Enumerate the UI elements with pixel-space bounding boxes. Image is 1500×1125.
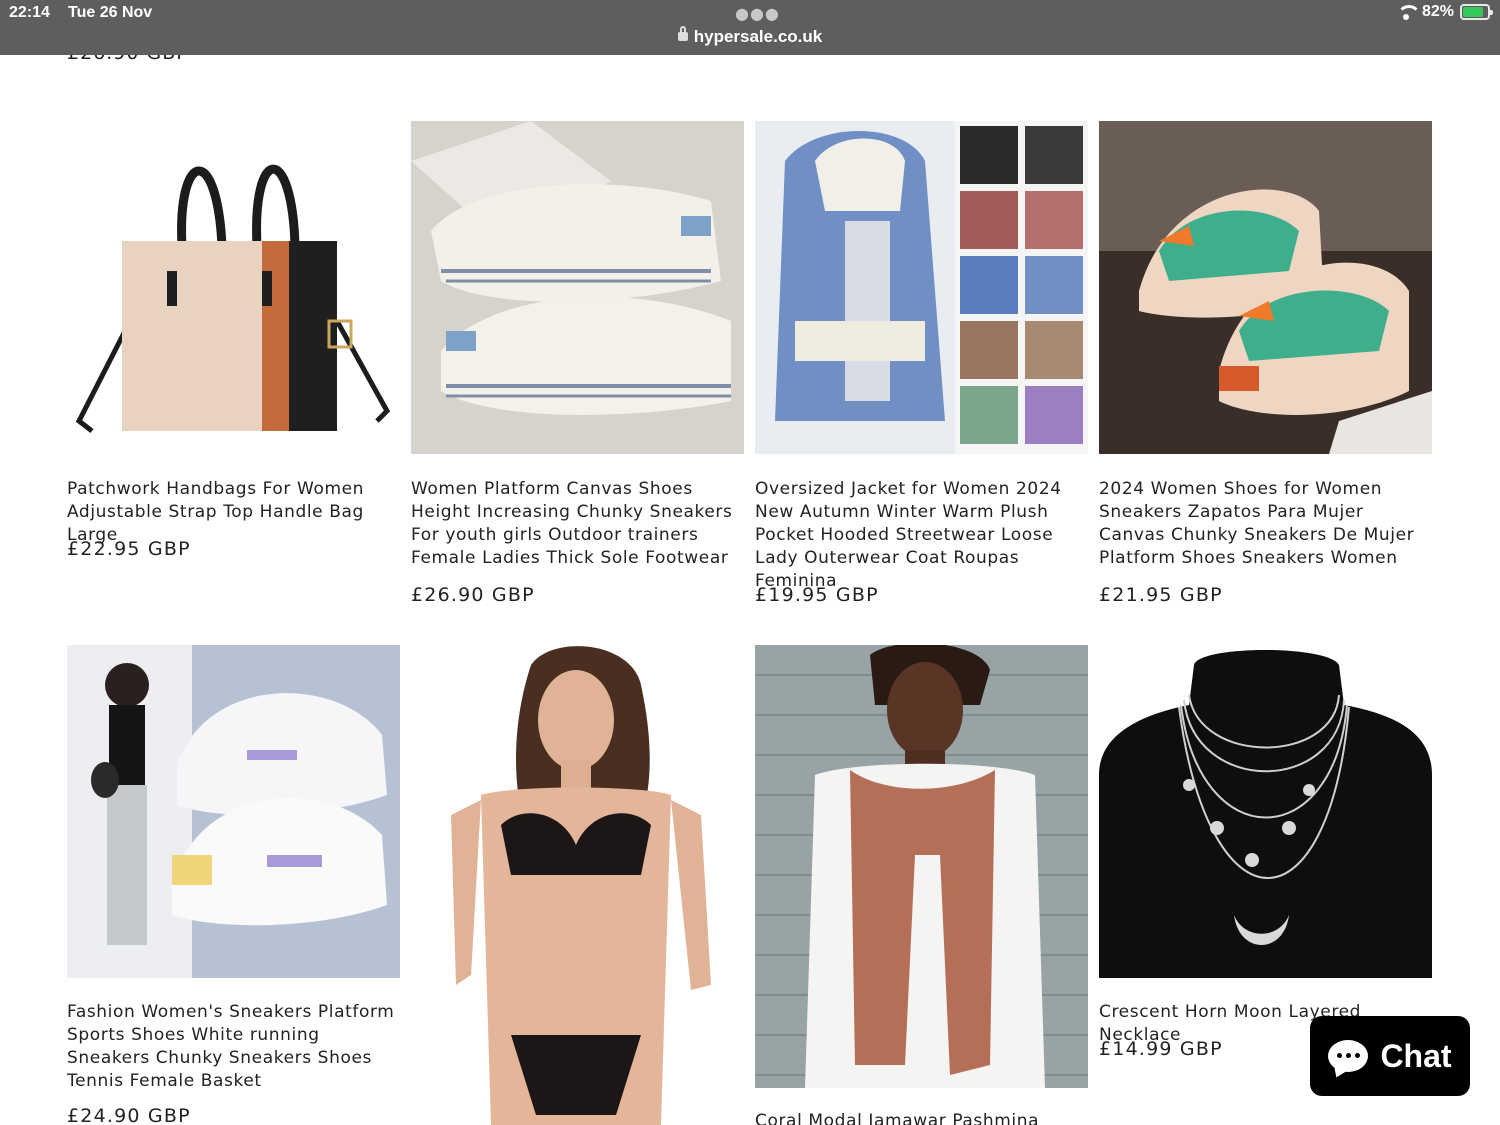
more-dots-icon[interactable]: ●●● <box>735 4 780 23</box>
url-text: hypersale.co.uk <box>693 27 823 46</box>
product-image-chunky-sneakers[interactable] <box>1099 121 1432 454</box>
browser-top-bar: 22:14 Tue 26 Nov ●●● hypersale.co.uk 82% <box>0 0 1500 55</box>
url-bar[interactable]: hypersale.co.uk <box>0 26 1500 47</box>
status-indicators: 82% <box>1396 3 1493 21</box>
product-price: £26.90 GBP <box>411 584 535 606</box>
product-price: £22.95 GBP <box>67 538 191 560</box>
product-title[interactable]: Patchwork Handbags For Women Adjustable … <box>67 478 402 547</box>
product-price: £14.99 GBP <box>1099 1038 1223 1060</box>
product-price: £24.90 GBP <box>67 1105 191 1125</box>
chat-label: Chat <box>1380 1037 1452 1074</box>
product-title[interactable]: 2024 Women Shoes for Women Sneakers Zapa… <box>1099 478 1434 570</box>
product-title[interactable]: Oversized Jacket for Women 2024 New Autu… <box>755 478 1090 593</box>
product-title[interactable]: Coral Modal Jamawar Pashmina Scarf <box>755 1110 1090 1125</box>
product-price: £21.95 GBP <box>1099 584 1223 606</box>
product-price: £19.95 GBP <box>755 584 879 606</box>
product-image-moon-necklace[interactable] <box>1099 645 1432 978</box>
wifi-icon <box>1396 5 1421 20</box>
chat-bubble-icon <box>1328 1040 1369 1072</box>
lock-icon <box>677 26 688 41</box>
status-date: Tue 26 Nov <box>68 4 153 21</box>
product-image-white-sneakers[interactable] <box>67 645 400 978</box>
product-image-canvas-shoes[interactable] <box>411 121 744 454</box>
product-title[interactable]: Fashion Women's Sneakers Platform Sports… <box>67 1001 402 1093</box>
product-image-lingerie[interactable] <box>411 645 744 1125</box>
battery-icon <box>1460 4 1493 20</box>
product-image-pashmina-scarf[interactable] <box>755 645 1088 1088</box>
product-image-handbag[interactable] <box>67 121 400 454</box>
status-time: 22:14 <box>9 4 50 21</box>
product-image-plush-jacket[interactable] <box>755 121 1088 454</box>
chat-button[interactable]: Chat <box>1310 1016 1470 1096</box>
battery-percent: 82% <box>1421 3 1454 20</box>
product-title[interactable]: Women Platform Canvas Shoes Height Incre… <box>411 478 746 570</box>
